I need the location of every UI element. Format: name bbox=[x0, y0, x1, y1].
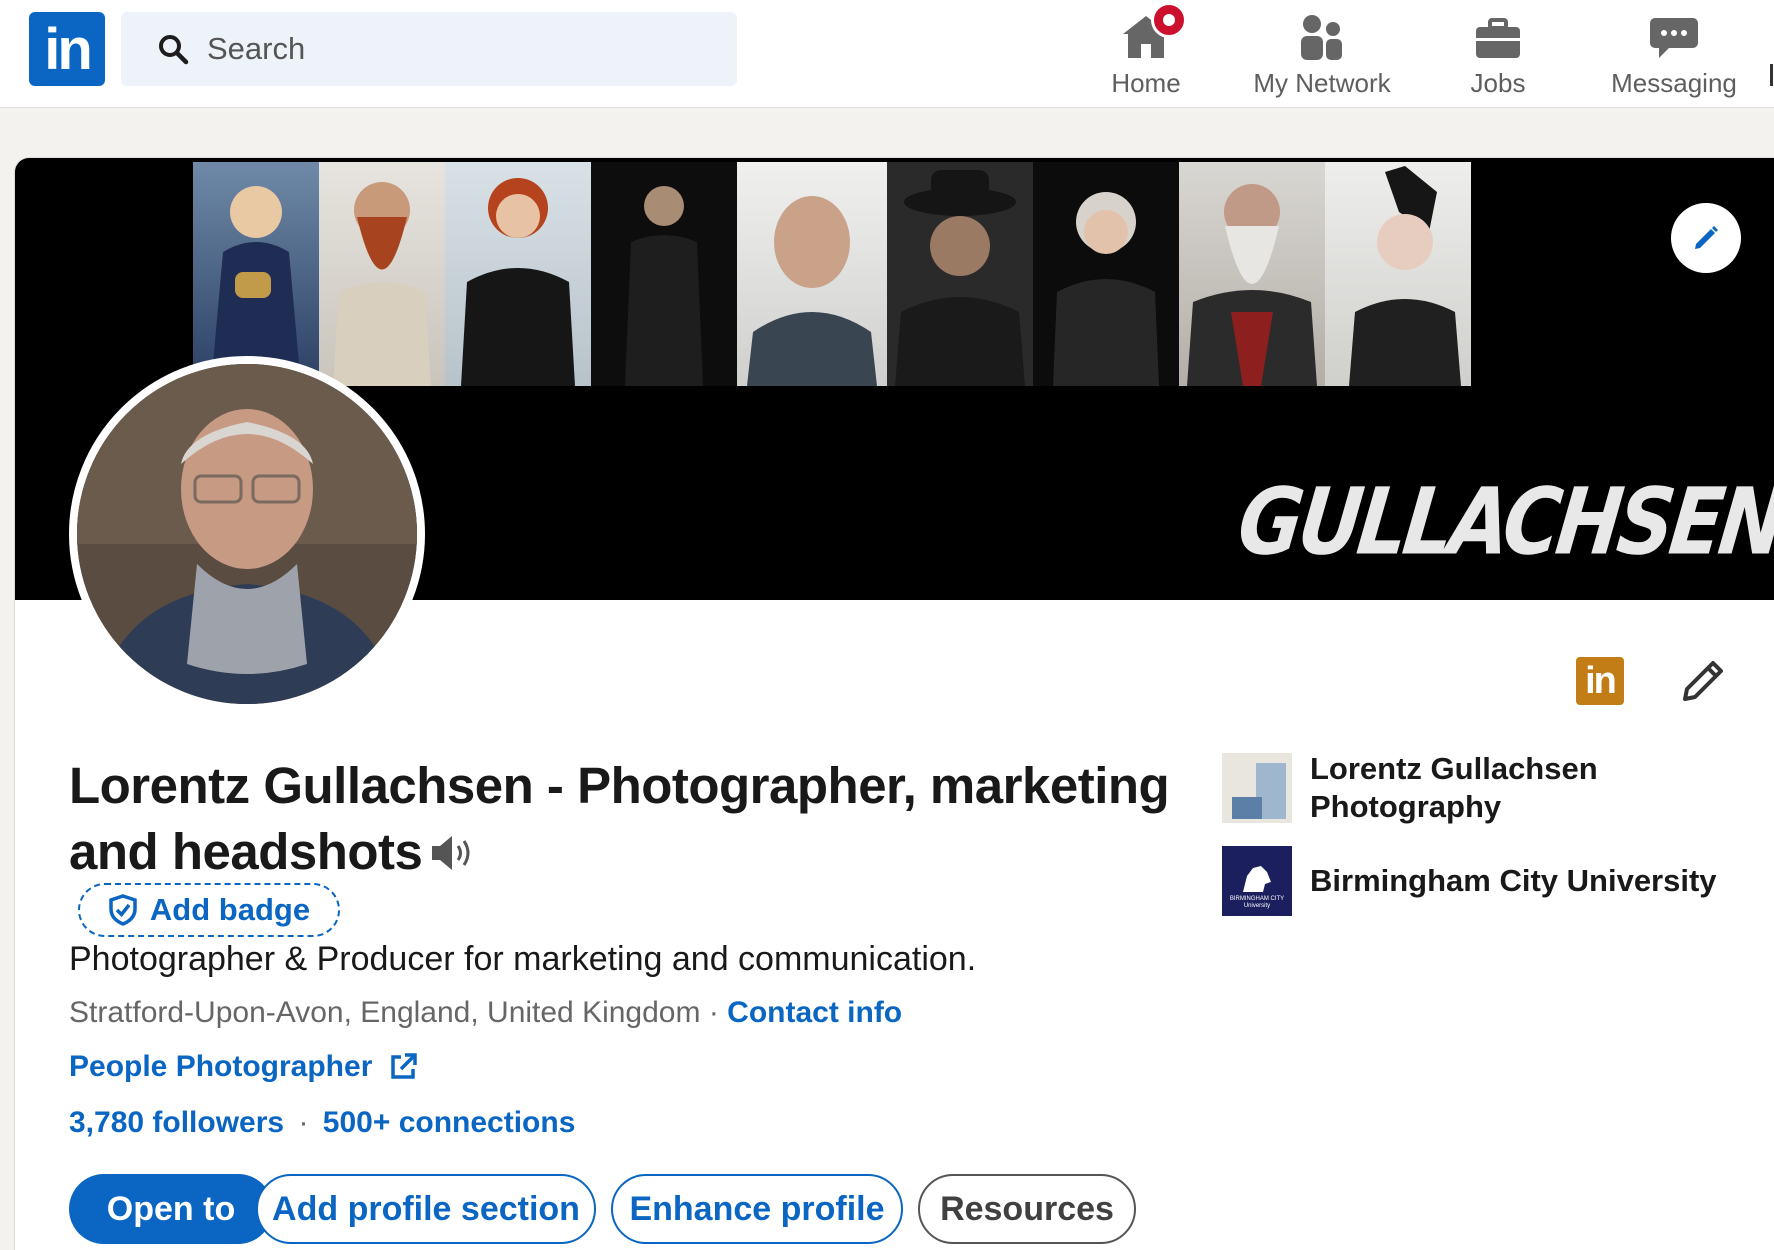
banner-portrait-white-beard bbox=[1179, 162, 1325, 386]
connections-link[interactable]: 500+ connections bbox=[323, 1106, 576, 1139]
profile-headline: Photographer & Producer for marketing an… bbox=[69, 940, 977, 978]
nav-divider bbox=[1770, 64, 1773, 86]
profile-name-text: Lorentz Gullachsen - Photographer, marke… bbox=[69, 757, 1170, 880]
premium-linkedin-badge[interactable]: in bbox=[1576, 657, 1624, 705]
add-verification-badge-button[interactable]: Add badge bbox=[78, 883, 340, 937]
website-label: People Photographer bbox=[69, 1050, 373, 1083]
nav-jobs-label: Jobs bbox=[1470, 68, 1526, 98]
nav-messaging-label: Messaging bbox=[1611, 68, 1737, 98]
nav-my-network[interactable]: My Network bbox=[1247, 8, 1397, 100]
search-bar[interactable] bbox=[121, 12, 737, 86]
nav-my-network-label: My Network bbox=[1253, 68, 1391, 98]
people-icon bbox=[1301, 15, 1342, 60]
lion-crest-icon bbox=[1243, 866, 1271, 892]
profile-avatar[interactable] bbox=[69, 356, 425, 712]
university-logo-text: BIRMINGHAM CITY University bbox=[1229, 896, 1285, 909]
search-icon bbox=[159, 35, 189, 65]
profile-stats: 3,780 followers · 500+ connections bbox=[69, 1106, 575, 1140]
profile-name: Lorentz Gullachsen - Photographer, marke… bbox=[69, 753, 1189, 889]
school-name: Birmingham City University bbox=[1310, 863, 1717, 898]
followers-link[interactable]: 3,780 followers bbox=[69, 1106, 284, 1139]
banner-portrait-old-woman bbox=[1033, 162, 1179, 386]
pencil-icon bbox=[1695, 226, 1718, 249]
banner-portrait-man-dark bbox=[591, 162, 737, 386]
contact-info-link[interactable]: Contact info bbox=[727, 996, 902, 1029]
enhance-profile-button[interactable]: Enhance profile bbox=[611, 1174, 903, 1244]
shield-check-icon bbox=[109, 894, 137, 926]
name-pronunciation-button[interactable] bbox=[430, 823, 476, 889]
external-link-icon bbox=[391, 1053, 418, 1079]
current-company[interactable]: Lorentz Gullachsen Photography bbox=[1222, 750, 1630, 826]
nav-home[interactable]: Home bbox=[1071, 2, 1221, 100]
banner-wordmark: GULLACHSEN bbox=[1232, 469, 1774, 577]
edit-intro-button[interactable] bbox=[1675, 653, 1731, 714]
banner-portrait-beard bbox=[319, 162, 445, 386]
edit-banner-button[interactable] bbox=[1671, 203, 1741, 273]
add-badge-label: Add badge bbox=[149, 892, 311, 927]
notification-badge bbox=[1151, 2, 1187, 38]
add-profile-section-button[interactable]: Add profile section bbox=[256, 1174, 596, 1244]
nav-messaging[interactable]: Messaging bbox=[1599, 8, 1749, 100]
website-link[interactable]: People Photographer bbox=[69, 1050, 418, 1084]
profile-location-row: Stratford-Upon-Avon, England, United Kin… bbox=[69, 996, 902, 1030]
nav-jobs[interactable]: Jobs bbox=[1423, 8, 1573, 100]
banner-portrait-hat bbox=[887, 162, 1033, 386]
university-logo: BIRMINGHAM CITY University bbox=[1222, 846, 1292, 916]
global-nav: in Home My Network bbox=[0, 0, 1774, 108]
resources-button[interactable]: Resources bbox=[918, 1174, 1136, 1244]
nav-home-label: Home bbox=[1111, 68, 1181, 98]
linkedin-logo[interactable]: in bbox=[29, 12, 105, 86]
banner-portrait-mohawk bbox=[1325, 162, 1471, 386]
profile-location: Stratford-Upon-Avon, England, United Kin… bbox=[69, 996, 701, 1029]
search-input[interactable] bbox=[207, 31, 687, 67]
speaker-icon bbox=[432, 835, 470, 870]
stats-separator: · bbox=[298, 1106, 309, 1139]
banner-portrait-bald bbox=[737, 162, 887, 386]
banner-portrait-child bbox=[193, 162, 319, 386]
profile-card: GULLACHSEN in Lorentz Gullachsen - Photo… bbox=[15, 158, 1774, 1250]
banner-portrait-woman bbox=[445, 162, 591, 386]
chat-icon bbox=[1650, 18, 1698, 58]
location-separator: · bbox=[700, 996, 728, 1029]
open-to-button[interactable]: Open to bbox=[69, 1174, 273, 1244]
company-logo bbox=[1222, 753, 1292, 823]
pencil-icon bbox=[1683, 661, 1723, 701]
education-school[interactable]: BIRMINGHAM CITY University Birmingham Ci… bbox=[1222, 846, 1717, 916]
briefcase-icon bbox=[1476, 18, 1520, 58]
company-name: Lorentz Gullachsen Photography bbox=[1310, 751, 1598, 824]
